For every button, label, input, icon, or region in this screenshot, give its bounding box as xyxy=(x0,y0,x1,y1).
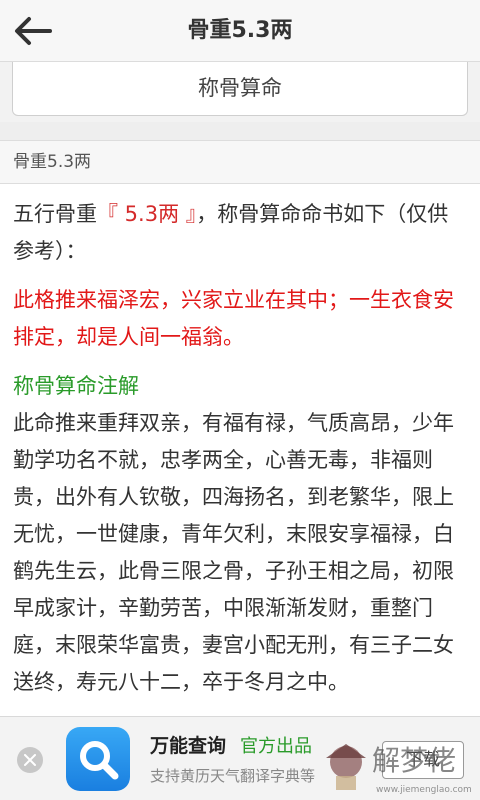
fortune-verse: 此格推来福泽宏，兴家立业在其中；一生衣食安排定，却是人间一福翁。 xyxy=(13,288,454,349)
ad-banner[interactable]: 万能查询 官方出品 支持黄历天气翻译字典等 下载 xyxy=(0,716,480,800)
intro-text: 五行骨重『 5.3两 』，称骨算命命书如下（仅供参考）： xyxy=(13,196,469,270)
ad-description: 支持黄历天气翻译字典等 xyxy=(150,767,316,785)
annotation-body: 此命推来重拜双亲，有福有禄，气质高昂，少年勤学功名不就，忠孝两全，心善无毒，非福… xyxy=(13,411,454,694)
section-gap xyxy=(0,122,480,140)
ad-download-button[interactable]: 下载 xyxy=(382,741,464,779)
close-icon xyxy=(24,754,36,766)
page-title: 骨重5.3两 xyxy=(187,18,293,43)
weight-highlight: 『 5.3两 』 xyxy=(97,202,197,226)
search-magnifier-icon xyxy=(80,741,119,780)
ad-app-name: 万能查询 xyxy=(150,735,227,757)
top-bar: 骨重5.3两 xyxy=(0,0,480,62)
bone-fortune-button[interactable]: 称骨算命 xyxy=(12,62,468,116)
section-title: 骨重5.3两 xyxy=(0,140,480,184)
annotation-title: 称骨算命注解 xyxy=(13,374,139,398)
ad-app-logo[interactable] xyxy=(66,727,130,791)
intro-prefix: 五行骨重 xyxy=(13,202,97,226)
action-area: 称骨算命 xyxy=(0,62,480,122)
ad-official-badge: 官方出品 xyxy=(240,736,312,757)
ad-close-button[interactable] xyxy=(17,747,43,773)
fortune-content: 五行骨重『 5.3两 』，称骨算命命书如下（仅供参考）： 此格推来福泽宏，兴家立… xyxy=(13,196,469,701)
